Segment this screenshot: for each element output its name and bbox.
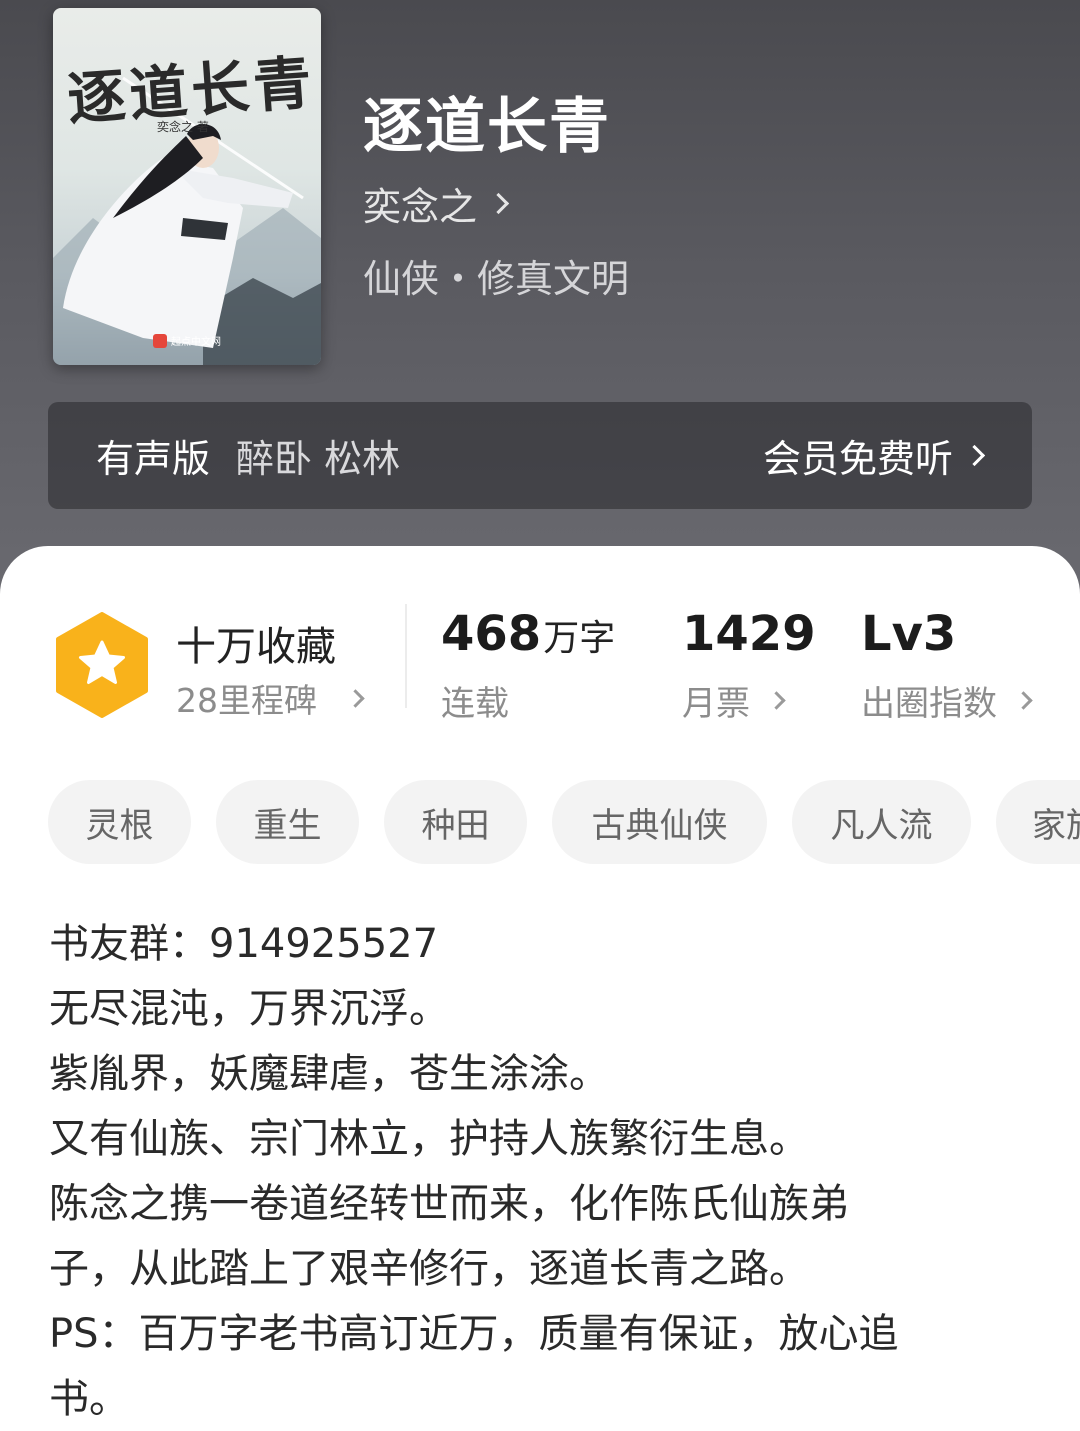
breakout-level: Lv3 xyxy=(861,606,957,662)
book-header: 逐道长青 奕念之 著 起点中文网 逐道长青 奕念之 仙侠・修真文明 有声版 醉卧… xyxy=(0,0,1080,600)
monthly-ticket-link[interactable]: 月票 xyxy=(682,676,786,725)
publisher-logo-icon xyxy=(153,333,167,348)
description-line: 无尽混沌，万界沉浮。 xyxy=(49,986,449,1032)
description-line: PS：百万字老书高订近万，质量有保证，放心追 xyxy=(49,1311,899,1357)
cover-author: 奕念之 著 xyxy=(157,120,209,134)
description-line: 书友群：914925527 xyxy=(49,921,439,967)
audiobook-bar[interactable]: 有声版 醉卧 松林 会员免费听 xyxy=(48,402,1032,509)
breakout-index-label: 出圈指数 xyxy=(861,684,997,724)
author-link[interactable]: 奕念之 xyxy=(363,176,510,231)
tag-chip[interactable]: 灵根 xyxy=(48,780,191,864)
word-count: 468万字 xyxy=(441,606,615,662)
stats-divider xyxy=(405,604,407,708)
book-cover[interactable]: 逐道长青 奕念之 著 起点中文网 xyxy=(53,8,321,365)
chevron-right-icon xyxy=(1014,691,1033,710)
chevron-right-icon xyxy=(346,688,365,708)
word-count-unit: 万字 xyxy=(543,618,616,659)
word-count-value: 468 xyxy=(441,606,542,662)
cover-publisher: 起点中文网 xyxy=(153,333,221,348)
description-line: 又有仙族、宗门林立，护持人族繁衍生息。 xyxy=(49,1116,809,1162)
tag-chip[interactable]: 家族 xyxy=(996,780,1080,864)
tag-chip[interactable]: 重生 xyxy=(216,780,359,864)
breakout-index-link[interactable]: 出圈指数 xyxy=(861,676,1033,725)
milestone-label: 28里程碑 xyxy=(176,681,317,720)
monthly-ticket-label: 月票 xyxy=(682,684,750,724)
author-name: 奕念之 xyxy=(363,185,478,229)
chevron-right-icon xyxy=(767,691,786,710)
serial-status-label: 连载 xyxy=(441,684,509,724)
book-title: 逐道长青 xyxy=(363,92,611,162)
free-listen-button[interactable]: 会员免费听 xyxy=(762,428,986,483)
book-description: 书友群：914925527 无尽混沌，万界沉浮。 紫胤界，妖魔肆虐，苍生涂涂。 … xyxy=(49,912,1039,1431)
audiobook-narrator: 醉卧 松林 xyxy=(236,437,401,481)
description-line: 紫胤界，妖魔肆虐，苍生涂涂。 xyxy=(49,1051,609,1097)
description-line: 子，从此踏上了艰辛修行，逐道长青之路。 xyxy=(49,1246,809,1292)
serial-status: 连载 xyxy=(441,676,509,725)
chevron-right-icon xyxy=(487,192,510,215)
tag-chip[interactable]: 古典仙侠 xyxy=(552,780,767,864)
monthly-ticket-count: 1429 xyxy=(682,606,816,662)
free-listen-label: 会员免费听 xyxy=(762,437,953,481)
favorites-badge-icon[interactable] xyxy=(54,612,150,718)
description-line: 陈念之携一卷道经转世而来，化作陈氏仙族弟 xyxy=(49,1181,849,1227)
milestone-link[interactable]: 28里程碑 xyxy=(176,674,365,722)
audiobook-label: 有声版 xyxy=(96,437,211,481)
genre-label: 仙侠・修真文明 xyxy=(363,257,630,301)
chevron-right-icon xyxy=(963,444,986,467)
audiobook-info: 有声版 醉卧 松林 xyxy=(96,428,400,483)
tag-list: 灵根 重生 种田 古典仙侠 凡人流 家族 xyxy=(48,780,1080,864)
favorites-title: 十万收藏 xyxy=(176,624,336,670)
book-detail-page: 逐道长青 奕念之 著 起点中文网 逐道长青 奕念之 仙侠・修真文明 有声版 醉卧… xyxy=(0,0,1080,1431)
tag-chip[interactable]: 凡人流 xyxy=(792,780,971,864)
publisher-name: 起点中文网 xyxy=(171,337,221,348)
description-line: 书。 xyxy=(49,1376,129,1422)
tag-chip[interactable]: 种田 xyxy=(384,780,527,864)
